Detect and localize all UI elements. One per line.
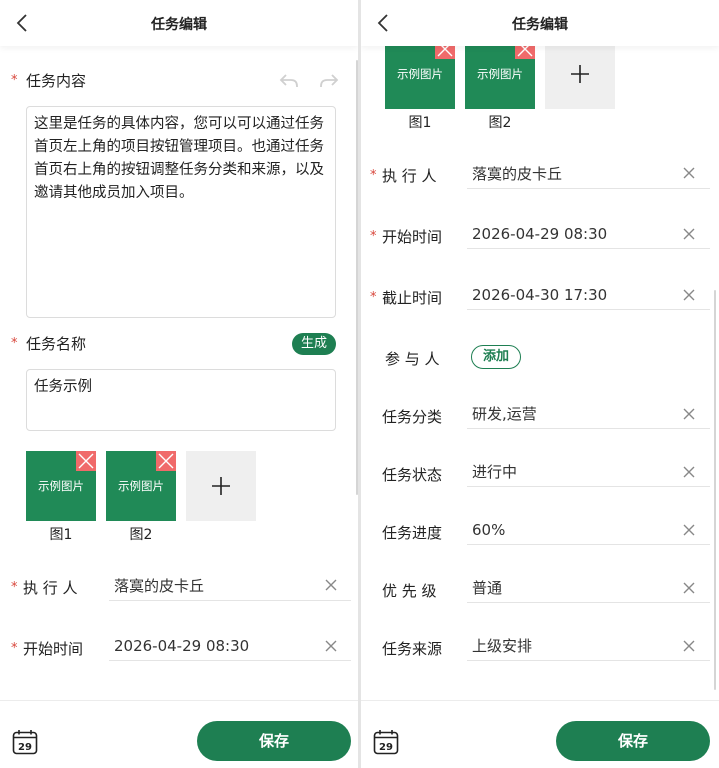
source-field[interactable]: 上级安排 bbox=[467, 631, 710, 661]
thumbnail-text: 示例图片 bbox=[118, 479, 164, 493]
clear-icon[interactable] bbox=[682, 407, 696, 421]
plus-icon bbox=[571, 65, 589, 83]
assignee-label: 执 行 人 bbox=[23, 579, 78, 597]
clear-icon[interactable] bbox=[682, 581, 696, 595]
required-mark: * bbox=[11, 580, 18, 595]
image-caption: 图1 bbox=[408, 115, 432, 131]
progress-label: 任务进度 bbox=[382, 524, 443, 542]
clear-icon[interactable] bbox=[682, 465, 696, 479]
status-label: 任务状态 bbox=[382, 466, 443, 484]
progress-field[interactable]: 60% bbox=[467, 515, 710, 545]
clear-icon[interactable] bbox=[682, 523, 696, 537]
clear-icon[interactable] bbox=[682, 639, 696, 653]
bottom-bar: 29 保存 bbox=[0, 700, 358, 768]
plus-icon bbox=[212, 477, 230, 495]
required-mark: * bbox=[370, 168, 377, 183]
priority-label: 优 先 级 bbox=[382, 582, 437, 600]
page-title: 任务编辑 bbox=[512, 17, 568, 33]
content-label: 任务内容 bbox=[26, 72, 87, 90]
required-mark: * bbox=[370, 290, 377, 305]
task-name-input[interactable]: 任务示例 bbox=[26, 369, 336, 431]
assignee-field[interactable]: 落寞的皮卡丘 bbox=[109, 571, 351, 601]
category-field[interactable]: 研发,运营 bbox=[467, 399, 710, 429]
start-time-field[interactable]: 2026-04-29 08:30 bbox=[109, 631, 351, 661]
clear-icon[interactable] bbox=[682, 227, 696, 241]
clear-icon[interactable] bbox=[682, 166, 696, 180]
undo-icon[interactable] bbox=[278, 70, 300, 92]
bottom-bar: 29 保存 bbox=[361, 700, 719, 768]
calendar-icon[interactable]: 29 bbox=[373, 729, 399, 755]
image-thumbnail[interactable]: 示例图片 bbox=[385, 39, 455, 109]
clear-icon[interactable] bbox=[682, 288, 696, 302]
deadline-field[interactable]: 2026-04-30 17:30 bbox=[467, 280, 710, 310]
image-caption: 图1 bbox=[49, 527, 73, 543]
required-mark: * bbox=[11, 641, 18, 656]
priority-field[interactable]: 普通 bbox=[467, 573, 710, 603]
thumbnail-text: 示例图片 bbox=[477, 67, 523, 81]
required-mark: * bbox=[11, 336, 18, 351]
required-mark: * bbox=[11, 73, 18, 88]
delete-image-icon[interactable] bbox=[76, 451, 96, 471]
top-bar: 任务编辑 bbox=[0, 0, 358, 46]
scrollbar[interactable] bbox=[714, 290, 716, 690]
source-label: 任务来源 bbox=[382, 640, 443, 658]
add-image-button[interactable] bbox=[545, 39, 615, 109]
image-caption: 图2 bbox=[129, 527, 153, 543]
category-label: 任务分类 bbox=[382, 408, 443, 426]
name-label: 任务名称 bbox=[26, 335, 87, 353]
thumbnail-text: 示例图片 bbox=[38, 479, 84, 493]
top-bar: 任务编辑 bbox=[361, 0, 719, 46]
assignee-label: 执 行 人 bbox=[382, 167, 437, 185]
page-title: 任务编辑 bbox=[151, 17, 207, 33]
image-caption: 图2 bbox=[488, 115, 512, 131]
calendar-icon[interactable]: 29 bbox=[12, 729, 38, 755]
redo-icon[interactable] bbox=[318, 70, 340, 92]
thumbnail-text: 示例图片 bbox=[397, 67, 443, 81]
image-thumbnail[interactable]: 示例图片 bbox=[106, 451, 176, 521]
image-thumbnail[interactable]: 示例图片 bbox=[465, 39, 535, 109]
clear-icon[interactable] bbox=[324, 639, 338, 653]
delete-image-icon[interactable] bbox=[156, 451, 176, 471]
calendar-day: 29 bbox=[379, 742, 393, 753]
start-time-label: 开始时间 bbox=[23, 640, 84, 658]
status-field[interactable]: 进行中 bbox=[467, 457, 710, 487]
clear-icon[interactable] bbox=[324, 578, 338, 592]
start-time-field[interactable]: 2026-04-29 08:30 bbox=[467, 219, 710, 249]
start-time-label: 开始时间 bbox=[382, 228, 443, 246]
assignee-field[interactable]: 落寞的皮卡丘 bbox=[467, 159, 710, 189]
deadline-label: 截止时间 bbox=[382, 289, 443, 307]
task-content-textarea[interactable]: 这里是任务的具体内容，您可以可以通过任务首页左上角的项目按钮管理项目。也通过任务… bbox=[26, 106, 336, 318]
image-thumbnail[interactable]: 示例图片 bbox=[26, 451, 96, 521]
right-screen: 示例图片 图1 示例图片 图2 任务编辑 * 执 行 人 落寞的皮卡丘 * 开始… bbox=[361, 0, 719, 768]
add-participant-button[interactable]: 添加 bbox=[471, 345, 521, 369]
add-image-button[interactable] bbox=[186, 451, 256, 521]
generate-button[interactable]: 生成 bbox=[292, 333, 336, 355]
left-screen: 任务编辑 * 任务内容 这里是任务的具体内容，您可以可以通过任务首页左上角的项目… bbox=[0, 0, 358, 768]
required-mark: * bbox=[370, 229, 377, 244]
save-button[interactable]: 保存 bbox=[556, 721, 710, 761]
participants-label: 参 与 人 bbox=[385, 350, 440, 368]
calendar-day: 29 bbox=[18, 742, 32, 753]
save-button[interactable]: 保存 bbox=[197, 721, 351, 761]
